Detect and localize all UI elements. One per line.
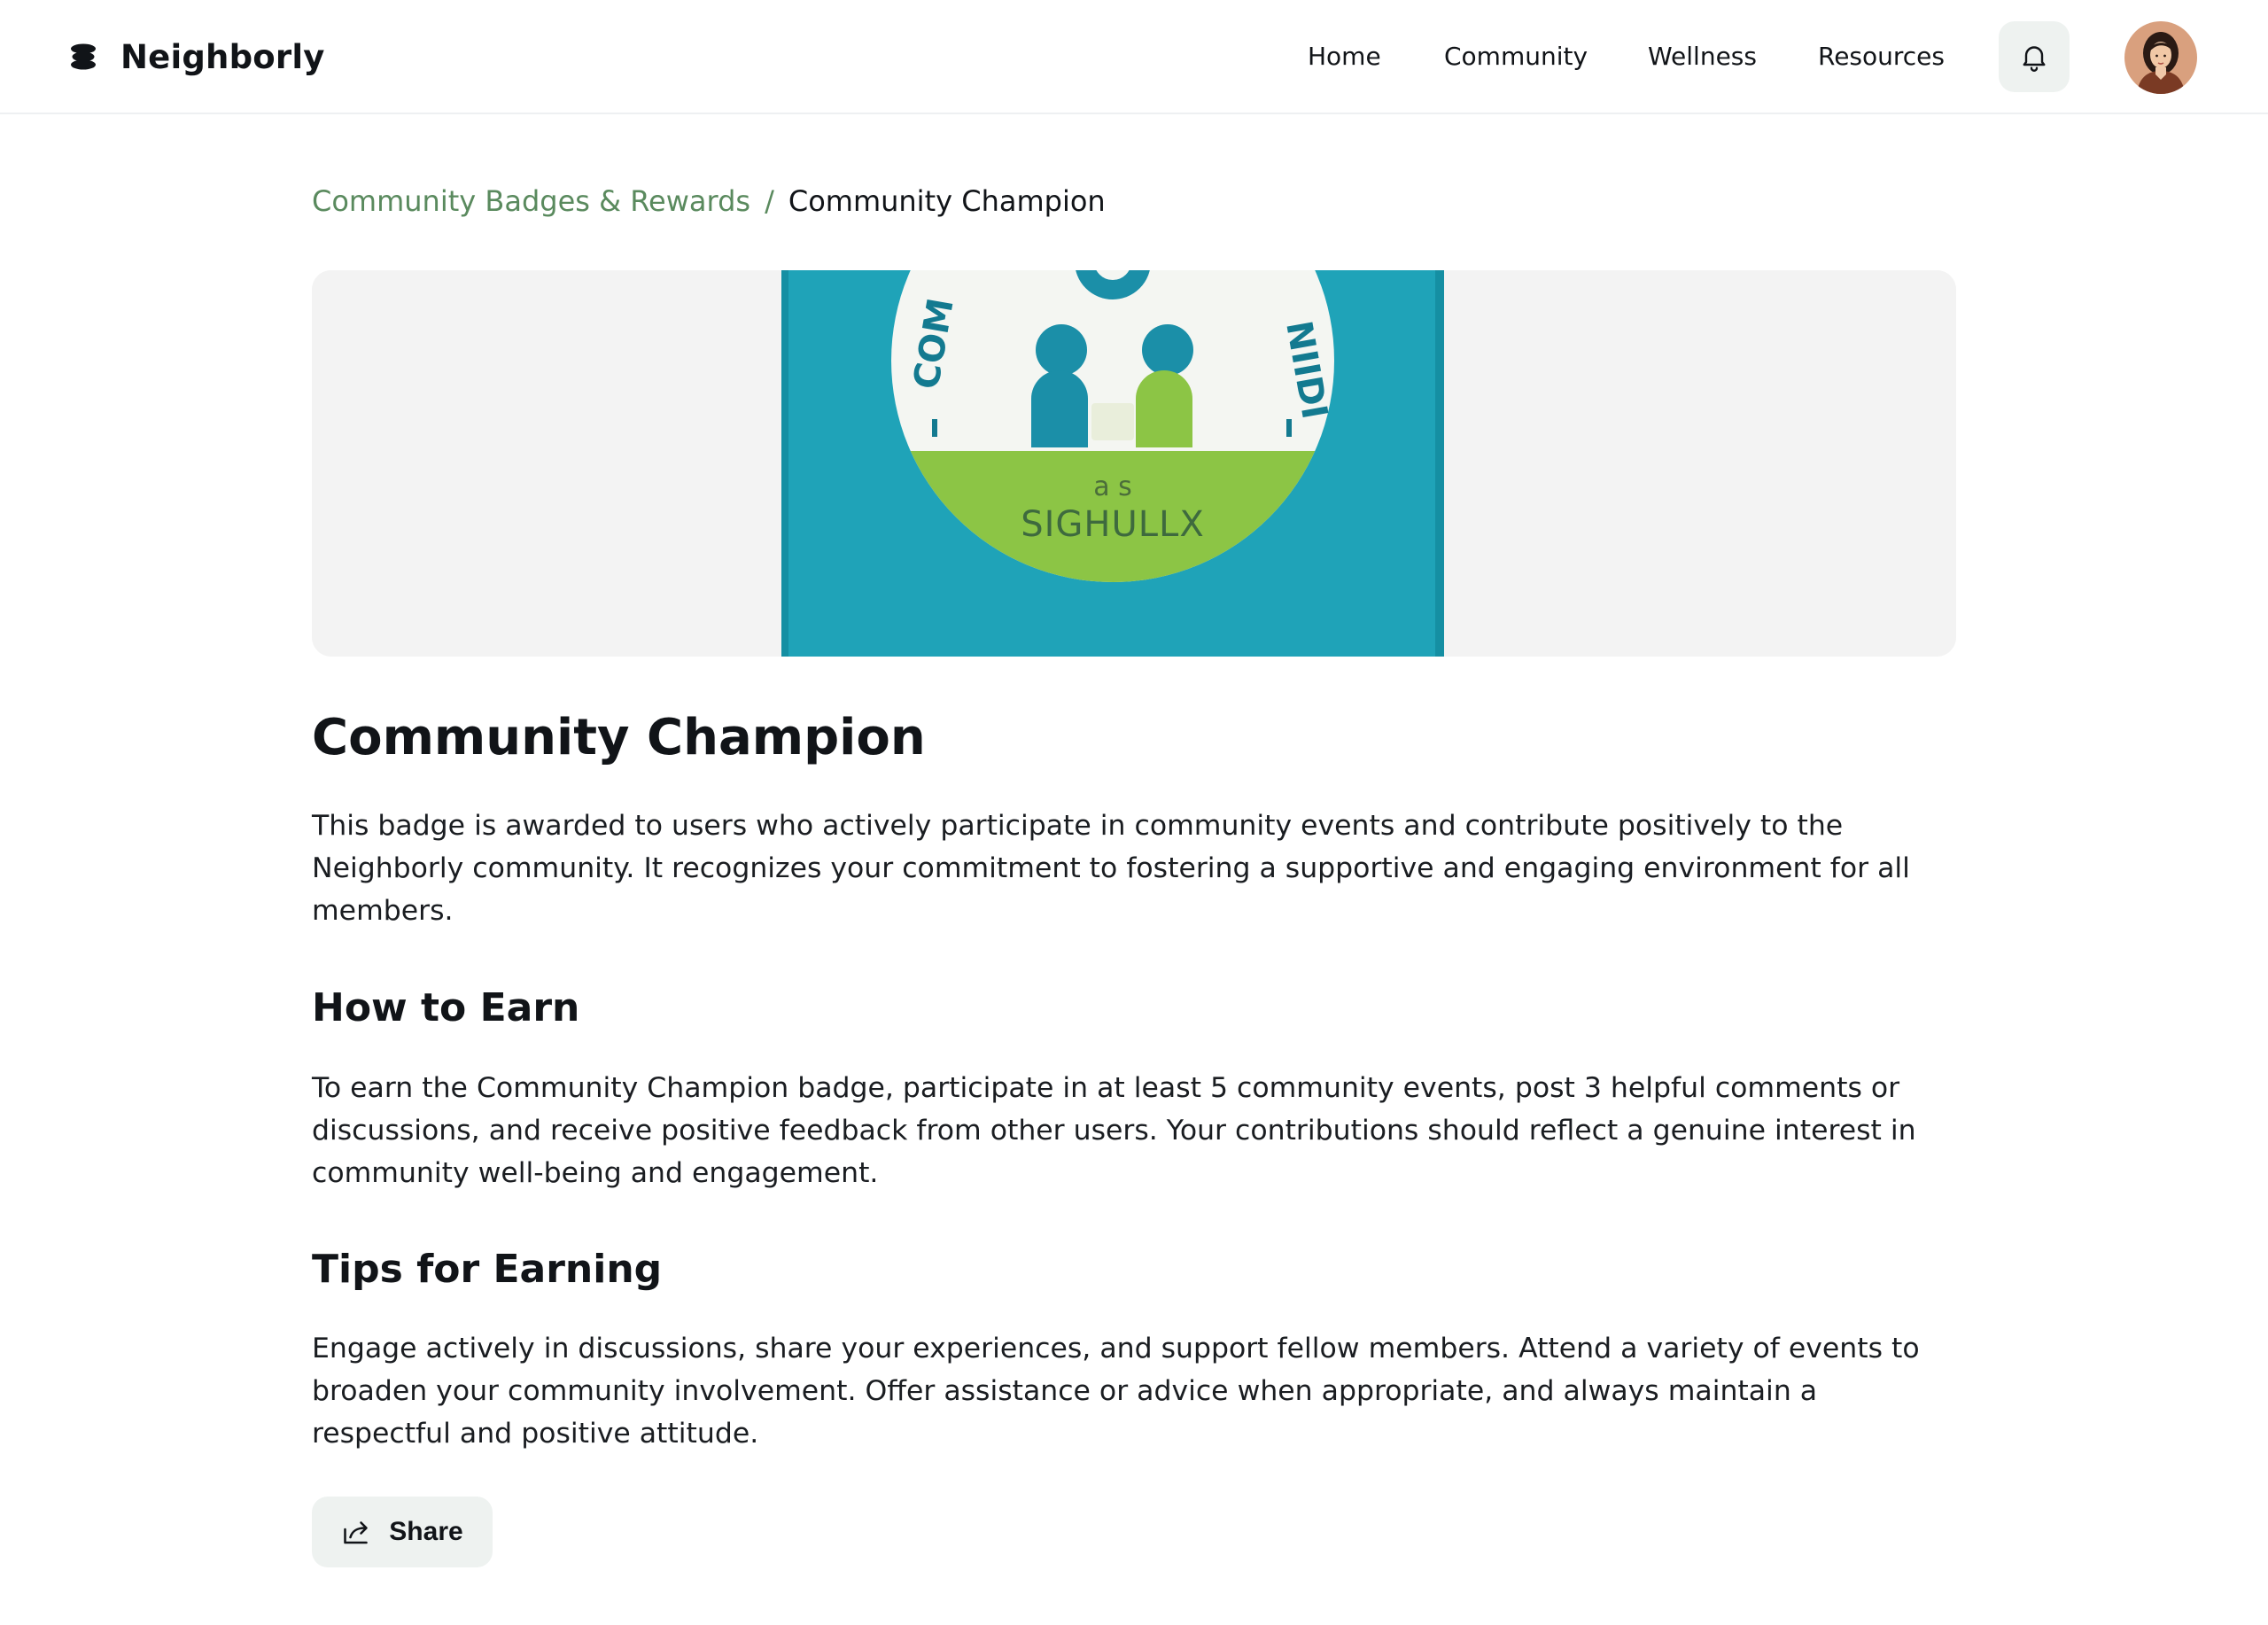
stack-logo-icon [71,43,96,70]
breadcrumb: Community Badges & Rewards / Community C… [312,181,1106,222]
breadcrumb-separator: / [765,184,774,218]
share-icon [344,1521,369,1544]
brand[interactable]: Neighborly [69,32,325,82]
nav-home[interactable]: Home [1308,37,1381,76]
top-navigation-bar: Neighborly Home Community Wellness Resou… [0,0,2268,114]
bell-icon [2023,46,2046,72]
nav-wellness[interactable]: Wellness [1648,37,1757,76]
community-champion-badge-image: COM NIIDI a s SIGHULLX [312,270,1956,657]
page-title: Community Champion [312,709,926,766]
tips-heading: Tips for Earning [312,1247,663,1292]
how-to-earn-heading: How to Earn [312,985,580,1030]
avatar-portrait-icon [2124,21,2197,94]
breadcrumb-parent-link[interactable]: Community Badges & Rewards [312,184,750,218]
badge-hero-image: COM NIIDI a s SIGHULLX [312,270,1956,657]
nav-community[interactable]: Community [1444,37,1588,76]
svg-text:SIGHULLX: SIGHULLX [1021,504,1205,545]
notifications-button[interactable] [1999,21,2070,92]
badge-description: This badge is awarded to users who activ… [312,810,1910,927]
tips-text: Engage actively in discussions, share yo… [312,1333,1920,1450]
svg-text:a s: a s [1093,471,1132,502]
brand-name: Neighborly [120,37,325,76]
share-button[interactable]: Share [312,1497,493,1567]
how-to-earn-text: To earn the Community Champion badge, pa… [312,1072,1916,1189]
user-avatar[interactable] [2124,21,2197,94]
share-label: Share [389,1517,463,1546]
nav-resources[interactable]: Resources [1818,37,1945,76]
breadcrumb-current: Community Champion [788,184,1106,218]
